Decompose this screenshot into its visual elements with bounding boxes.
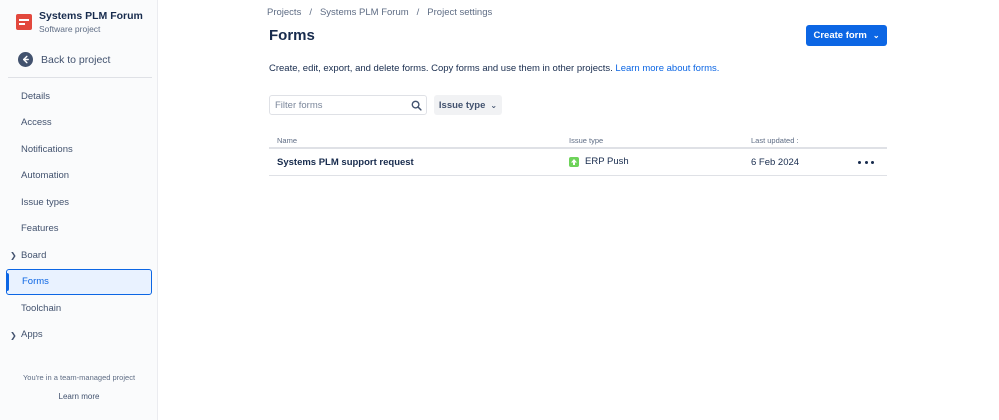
sidebar-item-label: Details bbox=[21, 90, 51, 102]
issue-type-filter-label: Issue type bbox=[438, 99, 486, 111]
description-text: Create, edit, export, and delete forms. … bbox=[269, 63, 613, 74]
sidebar-item-board[interactable]: ❯ Board bbox=[0, 242, 158, 269]
sidebar-item-notifications[interactable]: Notifications bbox=[0, 136, 158, 163]
issue-type-label: ERP Push bbox=[585, 156, 629, 167]
issue-type-cell: ERP Push bbox=[569, 156, 629, 167]
sidebar-item-label: Access bbox=[21, 117, 52, 129]
column-header-last-updated[interactable]: Last updated : bbox=[751, 136, 799, 145]
form-name-link[interactable]: Systems PLM support request bbox=[277, 157, 414, 168]
create-form-label: Create form bbox=[813, 30, 867, 41]
chevron-down-icon: ⌄ bbox=[490, 100, 498, 110]
table-row: Systems PLM support request ERP Push 6 F… bbox=[269, 149, 887, 176]
project-info: Systems PLM Forum Software project bbox=[39, 10, 143, 35]
sidebar: Systems PLM Forum Software project Back … bbox=[0, 0, 158, 420]
learn-more-about-forms-link[interactable]: Learn more about forms. bbox=[615, 63, 719, 74]
back-to-project-button[interactable]: Back to project bbox=[18, 52, 110, 67]
sidebar-item-issue-types[interactable]: Issue types bbox=[0, 189, 158, 216]
project-name: Systems PLM Forum bbox=[39, 10, 143, 22]
project-type: Software project bbox=[39, 24, 101, 34]
sidebar-item-label: Forms bbox=[22, 276, 49, 288]
breadcrumb-project-settings[interactable]: Project settings bbox=[427, 7, 492, 18]
table-header-row: Name Issue type Last updated : bbox=[269, 133, 887, 149]
issue-type-icon bbox=[569, 156, 579, 167]
sidebar-item-automation[interactable]: Automation bbox=[0, 163, 158, 190]
breadcrumb: Projects / Systems PLM Forum / Project s… bbox=[267, 7, 492, 18]
more-dot bbox=[871, 160, 874, 164]
breadcrumb-separator: / bbox=[309, 7, 312, 18]
sidebar-item-features[interactable]: Features bbox=[0, 216, 158, 243]
column-header-name[interactable]: Name bbox=[277, 136, 297, 145]
breadcrumb-project[interactable]: Systems PLM Forum bbox=[320, 7, 409, 18]
sidebar-item-label: Board bbox=[21, 249, 47, 261]
page-description: Create, edit, export, and delete forms. … bbox=[269, 63, 719, 74]
page-title: Forms bbox=[269, 27, 315, 44]
team-managed-note: You're in a team-managed project bbox=[22, 373, 136, 382]
sidebar-item-label: Notifications bbox=[21, 143, 73, 155]
sidebar-item-apps[interactable]: ❯ Apps bbox=[0, 322, 158, 349]
filter-forms-input[interactable] bbox=[270, 99, 406, 111]
sidebar-item-label: Features bbox=[21, 223, 59, 235]
column-header-issue-type[interactable]: Issue type bbox=[569, 136, 603, 145]
sidebar-item-label: Apps bbox=[21, 329, 43, 341]
sidebar-divider bbox=[8, 77, 152, 78]
back-arrow-icon bbox=[18, 52, 33, 67]
sidebar-item-toolchain[interactable]: Toolchain bbox=[0, 295, 158, 322]
chevron-right-icon: ❯ bbox=[10, 330, 17, 340]
more-dot bbox=[858, 160, 861, 164]
create-form-button[interactable]: Create form ⌄ bbox=[806, 25, 887, 46]
search-icon bbox=[411, 100, 422, 111]
chevron-down-icon: ⌄ bbox=[872, 31, 880, 40]
more-icon[interactable] bbox=[858, 155, 874, 169]
sidebar-item-label: Issue types bbox=[21, 196, 70, 208]
project-header[interactable]: Systems PLM Forum Software project bbox=[16, 10, 143, 35]
issue-type-filter-button[interactable]: Issue type ⌄ bbox=[434, 95, 502, 115]
filter-forms-field[interactable] bbox=[269, 95, 427, 115]
settings-nav: Details Access Notifications Automation … bbox=[0, 83, 158, 348]
learn-more-link[interactable]: Learn more bbox=[0, 392, 158, 401]
breadcrumb-projects[interactable]: Projects bbox=[267, 7, 301, 18]
sidebar-item-access[interactable]: Access bbox=[0, 110, 158, 137]
breadcrumb-separator: / bbox=[416, 7, 420, 18]
forms-table: Name Issue type Last updated : Systems P… bbox=[269, 133, 887, 176]
chevron-right-icon: ❯ bbox=[10, 251, 17, 260]
sidebar-item-label: Toolchain bbox=[21, 302, 62, 314]
last-updated-value: 6 Feb 2024 bbox=[751, 157, 800, 168]
more-dot bbox=[864, 160, 868, 164]
project-logo-icon bbox=[16, 14, 32, 30]
sidebar-item-details[interactable]: Details bbox=[0, 83, 158, 110]
sidebar-item-forms[interactable]: Forms bbox=[6, 268, 152, 295]
back-to-project-label: Back to project bbox=[41, 53, 111, 66]
sidebar-item-label: Automation bbox=[21, 170, 70, 182]
main-content: Projects / Systems PLM Forum / Project s… bbox=[158, 0, 999, 420]
